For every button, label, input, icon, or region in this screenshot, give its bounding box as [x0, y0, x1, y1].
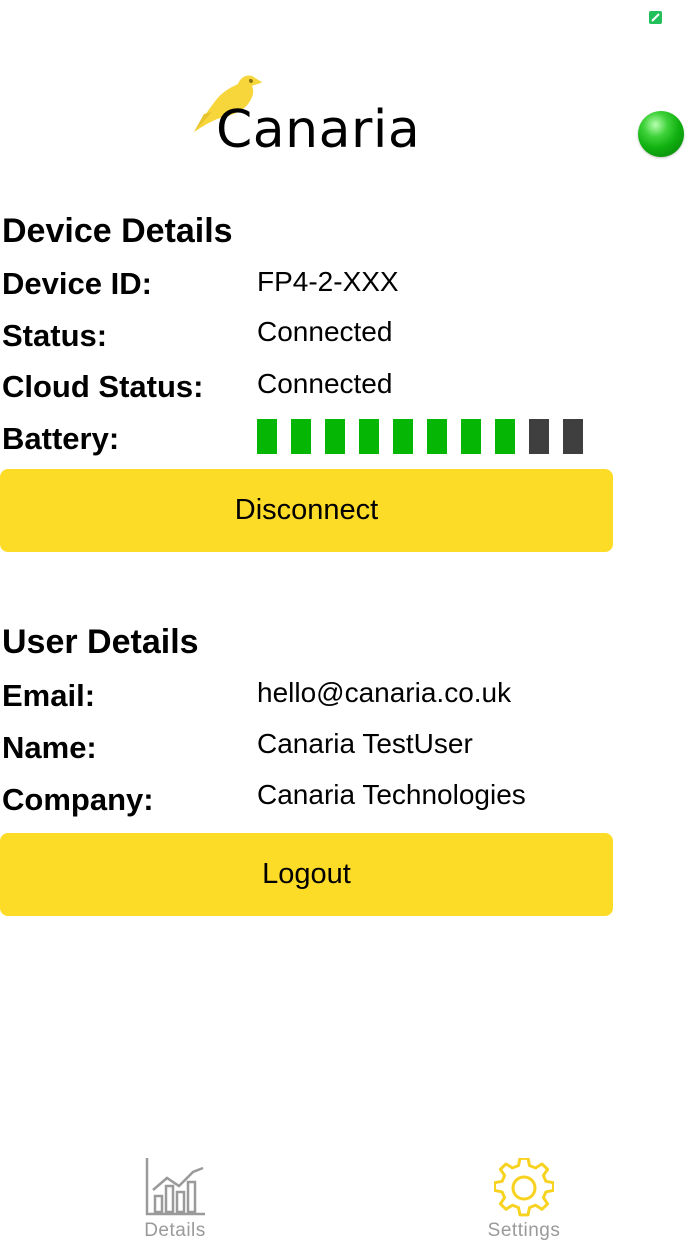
- battery-level-indicator: [257, 419, 583, 454]
- battery-segment-empty: [529, 419, 549, 454]
- device-details-title: Device Details: [2, 212, 233, 250]
- cloud-status-value: Connected: [257, 368, 393, 399]
- email-label: Email:: [2, 678, 96, 713]
- device-id-value: FP4-2-XXX: [257, 266, 399, 297]
- battery-label: Battery:: [2, 421, 120, 456]
- gear-icon: [494, 1158, 554, 1217]
- battery-segment-filled: [427, 419, 447, 454]
- logo-wordmark: Canaria: [216, 100, 421, 160]
- status-bar-indicator-icon: [649, 11, 662, 24]
- bar-chart-icon: [145, 1158, 205, 1216]
- logout-button[interactable]: Logout: [0, 833, 613, 916]
- name-label: Name:: [2, 730, 97, 765]
- battery-segment-filled: [257, 419, 277, 454]
- battery-segment-empty: [563, 419, 583, 454]
- company-value: Canaria Technologies: [257, 779, 526, 810]
- email-value: hello@canaria.co.uk: [257, 677, 512, 708]
- tab-settings[interactable]: Settings: [454, 1150, 594, 1244]
- battery-segment-filled: [495, 419, 515, 454]
- battery-segment-filled: [461, 419, 481, 454]
- tab-details-label: Details: [144, 1220, 206, 1241]
- name-value: Canaria TestUser: [257, 728, 473, 759]
- disconnect-button[interactable]: Disconnect: [0, 469, 613, 552]
- tab-bar: Details Settings: [0, 1150, 700, 1244]
- battery-segment-filled: [359, 419, 379, 454]
- company-label: Company:: [2, 782, 154, 817]
- battery-segment-filled: [291, 419, 311, 454]
- cloud-status-label: Cloud Status:: [2, 369, 204, 404]
- tab-details[interactable]: Details: [105, 1150, 245, 1244]
- status-value: Connected: [257, 316, 393, 347]
- status-label: Status:: [2, 318, 108, 353]
- battery-segment-filled: [325, 419, 345, 454]
- connection-status-dot: [638, 111, 684, 157]
- device-id-label: Device ID:: [2, 266, 152, 301]
- tab-settings-label: Settings: [487, 1220, 561, 1241]
- user-details-title: User Details: [2, 623, 199, 661]
- battery-segment-filled: [393, 419, 413, 454]
- app-logo: Canaria: [190, 70, 440, 170]
